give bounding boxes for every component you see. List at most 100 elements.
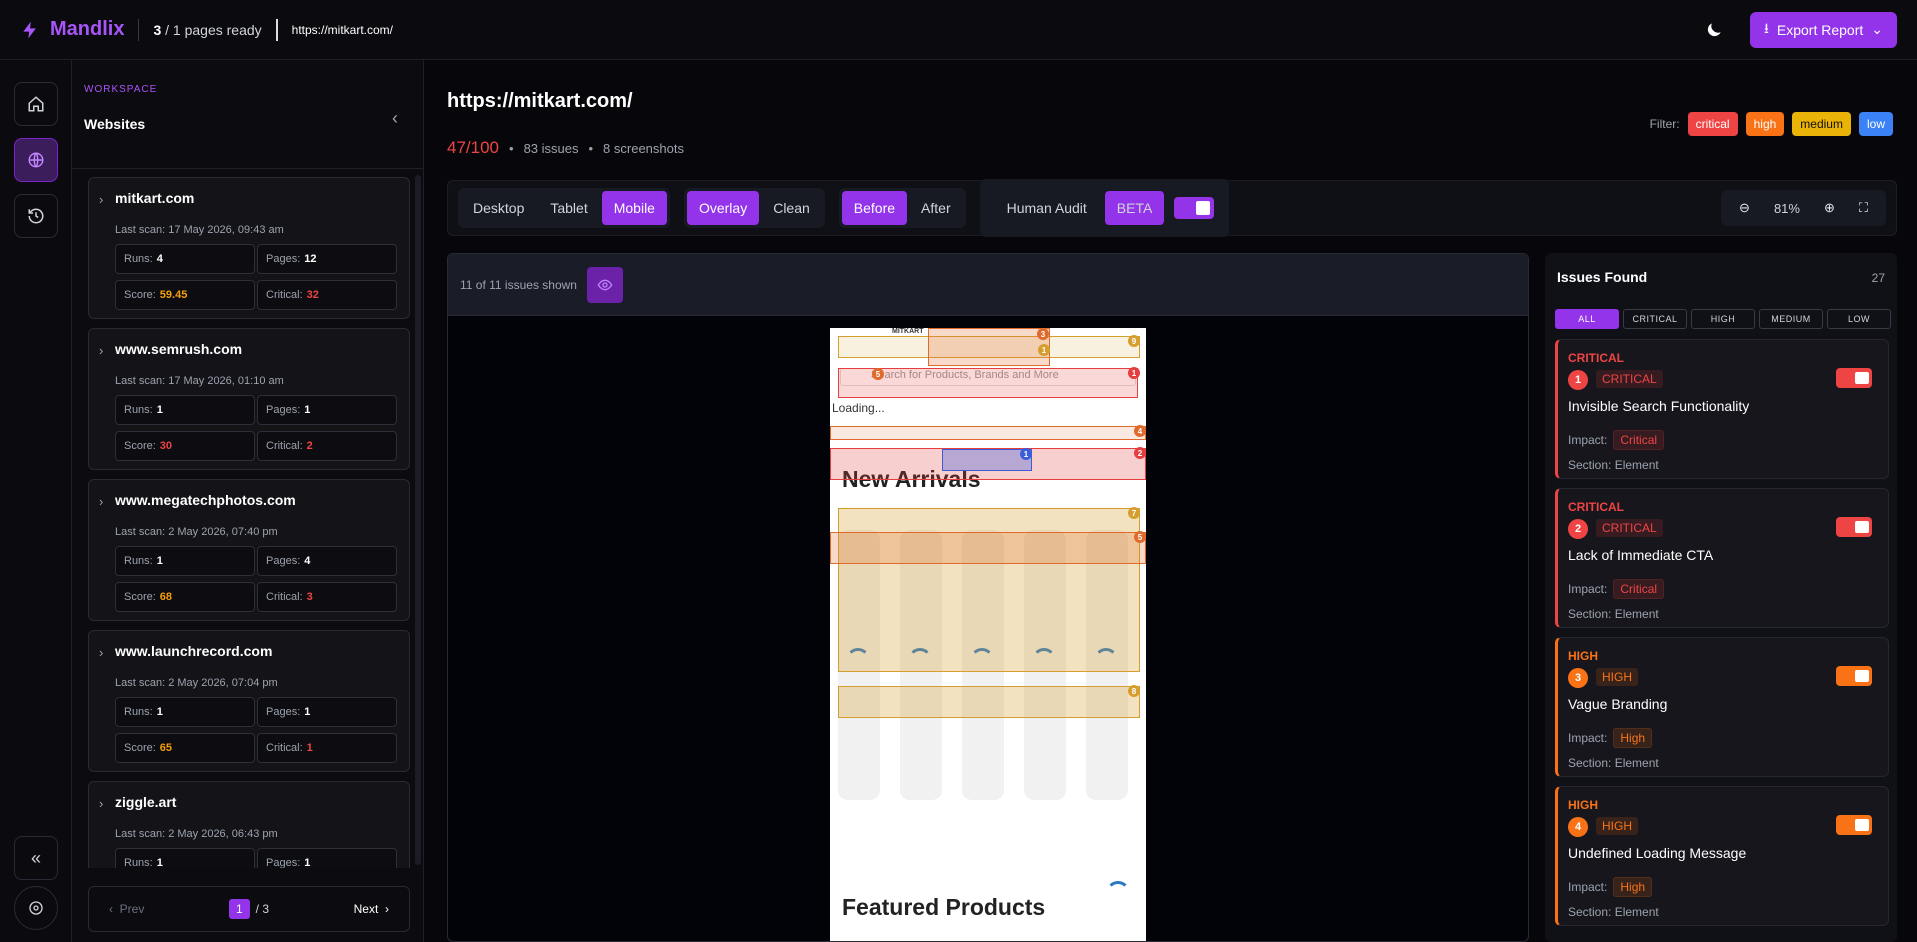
website-card[interactable]: › www.semrush.com Last scan: 17 May 2026, … [88,328,410,470]
theme-toggle-moon-icon[interactable] [1704,20,1724,40]
issue-overlay-4[interactable] [830,426,1146,440]
eye-icon [597,279,613,290]
website-card[interactable]: › ziggle.art Last scan: 2 May 2026, 06:43 … [88,781,410,868]
collapse-panel-chevron-left-icon[interactable]: ‹ [392,108,398,129]
runs-value: 4 [156,253,163,265]
home-button[interactable] [14,82,58,126]
history-button[interactable] [14,194,58,238]
brand-name: Mandlix [50,18,125,40]
history-icon [28,208,44,224]
website-card[interactable]: › www.megatechphotos.com Last scan: 2 May … [88,479,410,621]
prev-page-button[interactable]: ‹ Prev [109,902,144,916]
marker-badge[interactable]: 1 [1128,367,1140,379]
pages-label: Pages: [266,706,301,718]
zoom-out-icon[interactable]: ⊖ [1739,200,1750,216]
issue-overlay-5[interactable] [830,532,1146,564]
export-report-button[interactable]: ⭳ Export Report ⌄ [1749,11,1897,48]
issue-severity: CRITICAL [1568,500,1624,514]
filter-medium-chip[interactable]: medium [1792,112,1851,136]
clean-tab[interactable]: Clean [761,191,822,225]
marker-badge[interactable]: 4 [1134,425,1146,437]
issues-count: 83 issues [523,140,579,156]
chevron-right-icon[interactable]: › [99,494,103,509]
score-label: Score: [124,289,156,301]
marker-badge[interactable]: 3 [1037,328,1049,340]
issues-shown-text: 11 of 11 issues shown [460,277,577,292]
issue-card[interactable]: HIGH 3 HIGH Vague Branding Impact: High Sectio… [1555,637,1889,777]
website-card[interactable]: › www.launchrecord.com Last scan: 2 May 20… [88,630,410,772]
before-tab[interactable]: Before [841,191,908,225]
overlay-tab[interactable]: Overlay [686,191,760,225]
issue-overlay-8[interactable] [838,686,1140,718]
fullscreen-icon[interactable]: ⛶ [1859,200,1868,216]
issue-visibility-toggle[interactable] [1836,666,1872,686]
issue-card[interactable]: HIGH 4 HIGH Undefined Loading Message Impact… [1555,786,1889,926]
pages-value: 12 [304,253,317,265]
marker-badge[interactable]: 2 [1134,447,1146,459]
device-mobile-tab[interactable]: Mobile [601,191,667,225]
score-stat: Score: 65 [115,733,255,763]
current-page[interactable]: 1 [228,899,250,919]
critical-label: Critical: [266,440,303,452]
marker-badge[interactable]: 7 [1128,507,1140,519]
websites-button[interactable] [14,138,58,182]
marker-badge[interactable]: 1 [1038,344,1050,356]
issue-visibility-toggle[interactable] [1836,368,1872,388]
issue-card[interactable]: CRITICAL 1 CRITICAL Invisible Search Functi… [1555,339,1889,479]
issue-visibility-toggle[interactable] [1836,517,1872,537]
collapse-sidebar-button[interactable]: « [14,836,58,880]
tab-critical[interactable]: CRITICAL [1623,309,1687,329]
marker-badge[interactable]: 8 [1128,685,1140,697]
top-bar: Mandlix 3 / 1 pages ready https://mitkar… [0,0,1917,60]
filter-low-chip[interactable]: low [1858,112,1893,136]
score-summary: 47/100 • 83 issues • 8 screenshots [447,138,684,158]
pages-label: Pages: [266,555,301,567]
after-tab[interactable]: After [909,191,963,225]
chevron-right-icon[interactable]: › [99,343,103,358]
issue-tag: HIGH [1596,668,1638,686]
issue-tag: CRITICAL [1596,370,1663,388]
tab-high[interactable]: HIGH [1691,309,1755,329]
tab-all[interactable]: ALL [1555,309,1619,329]
toggle-overlay-button[interactable] [586,266,623,303]
runs-label: Runs: [124,404,153,416]
human-audit-toggle[interactable] [1174,197,1215,219]
website-list-scrollbar[interactable] [415,175,421,865]
export-report-label: Export Report [1776,21,1864,38]
issue-overlay-blue-1[interactable] [942,449,1032,471]
zoom-in-icon[interactable]: ⊕ [1824,200,1835,216]
issue-visibility-toggle[interactable] [1836,815,1872,835]
issue-number: 3 [1568,668,1588,688]
marker-badge[interactable]: 5 [872,368,884,380]
settings-button[interactable] [14,886,58,930]
score-label: Score: [124,591,156,603]
chevron-right-icon[interactable]: › [99,796,103,811]
critical-value: 1 [306,742,313,754]
tab-medium[interactable]: MEDIUM [1759,309,1823,329]
view-mode-switcher: Overlay Clean [683,188,825,228]
filter-high-chip[interactable]: high [1745,112,1785,136]
filter-label: Filter: [1649,117,1680,131]
tab-low[interactable]: LOW [1827,309,1891,329]
issue-card[interactable]: CRITICAL 2 CRITICAL Lack of Immediate CTA Im… [1555,488,1889,628]
pagination: ‹ Prev 1 / 3 Next › [88,886,410,932]
device-tablet-tab[interactable]: Tablet [538,191,599,225]
brand-logo[interactable]: Mandlix [20,18,124,41]
page-indicator: 1 / 3 [228,899,269,919]
beta-badge: BETA [1104,191,1165,225]
mobile-screenshot: MITKART Search for Products, Brands and … [830,328,1146,941]
chevron-right-icon[interactable]: › [99,192,103,207]
next-page-button[interactable]: Next › [354,902,389,916]
chevron-right-icon[interactable]: › [99,645,103,660]
filter-critical-chip[interactable]: critical [1687,112,1738,136]
issue-overlay-3[interactable] [928,328,1050,366]
websites-title: Websites [84,116,146,132]
issue-section: Section: Element [1568,607,1659,621]
marker-badge[interactable]: 9 [1128,335,1140,347]
marker-badge[interactable]: 1 [1020,448,1032,460]
website-card[interactable]: › mitkart.com Last scan: 17 May 2026, 09:4… [88,177,410,319]
download-icon: ⭳ [1763,19,1769,36]
marker-badge[interactable]: 5 [1134,531,1146,543]
device-desktop-tab[interactable]: Desktop [461,191,536,225]
runs-label: Runs: [124,555,153,567]
